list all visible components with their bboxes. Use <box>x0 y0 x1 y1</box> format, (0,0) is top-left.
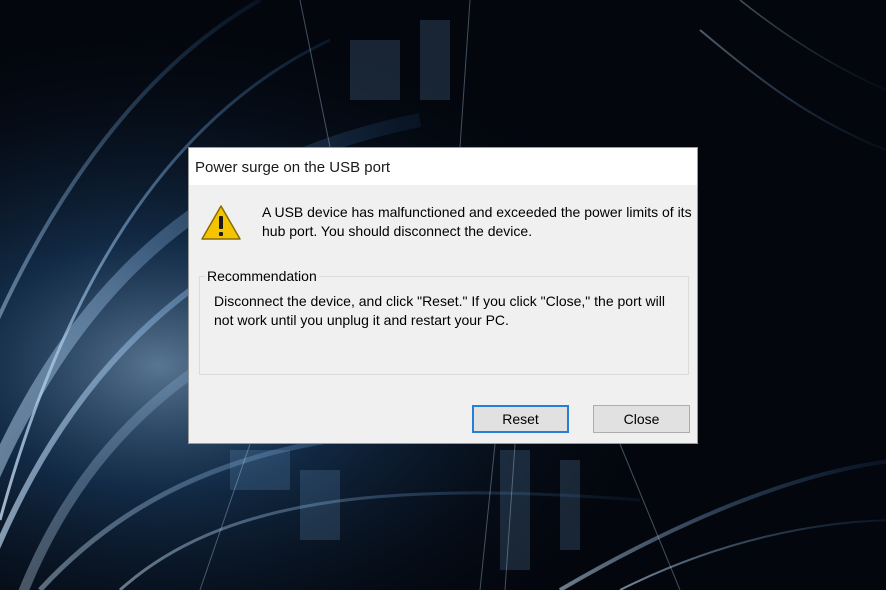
warning-icon <box>201 205 241 240</box>
dialog-titlebar[interactable]: Power surge on the USB port <box>189 148 697 185</box>
dialog-title: Power surge on the USB port <box>195 159 391 176</box>
reset-button[interactable]: Reset <box>472 405 569 433</box>
usb-power-surge-dialog: Power surge on the USB port A USB device… <box>188 147 698 444</box>
recommendation-group-label: Recommendation <box>205 268 319 284</box>
dialog-message: A USB device has malfunctioned and excee… <box>262 204 692 239</box>
close-button[interactable]: Close <box>593 405 690 433</box>
recommendation-text: Disconnect the device, and click "Reset.… <box>214 293 665 328</box>
